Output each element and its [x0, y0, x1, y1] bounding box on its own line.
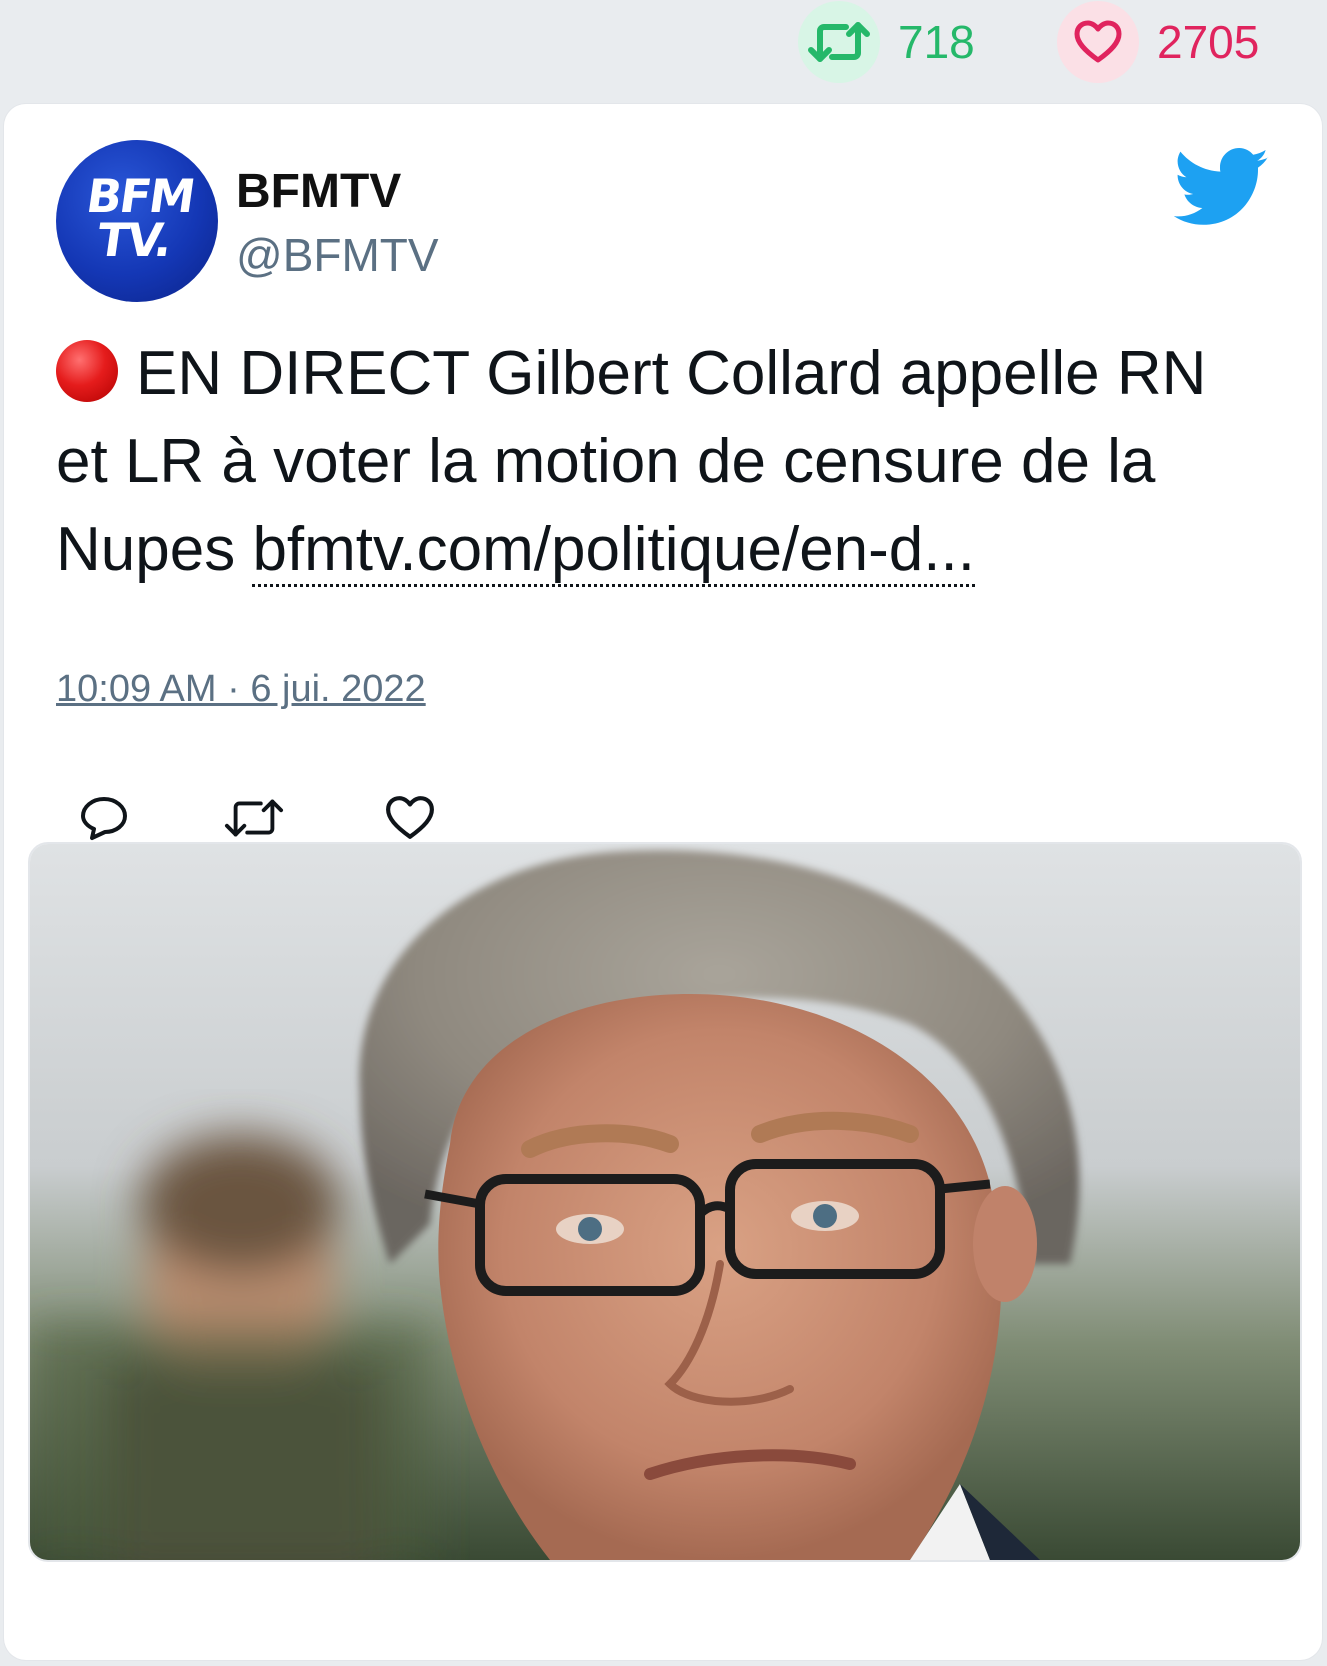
portrait-photo — [30, 844, 1300, 1560]
twitter-bird-icon[interactable] — [1174, 148, 1270, 228]
like-count: 2705 — [1157, 16, 1260, 68]
retweet-count: 718 — [898, 16, 975, 68]
retweet-icon — [798, 1, 880, 83]
avatar-logo-line2: TV. — [93, 213, 174, 267]
author-name[interactable]: BFMTV — [236, 164, 401, 219]
tweet-card: BFM TV. BFMTV @BFMTV EN DIRECT Gilbert C… — [4, 104, 1322, 1660]
article-link[interactable]: bfmtv.com/politique/en-d... — [252, 515, 975, 587]
reply-button[interactable] — [74, 788, 134, 848]
bfmtv-logo: BFM TV. — [64, 169, 210, 267]
retweet-button[interactable] — [224, 788, 284, 848]
avatar-logo-line1: BFM — [83, 169, 198, 223]
tweet-text: EN DIRECT Gilbert Collard appelle RN et … — [56, 330, 1236, 594]
red-circle-icon — [56, 340, 118, 402]
author-handle[interactable]: @BFMTV — [236, 228, 439, 282]
avatar[interactable]: BFM TV. — [56, 140, 218, 302]
heart-icon — [1057, 1, 1139, 83]
heart-icon — [386, 796, 434, 839]
retweet-icon — [224, 799, 284, 837]
tweet-timestamp[interactable]: 10:09 AM · 6 jui. 2022 — [56, 668, 426, 711]
like-button[interactable] — [380, 788, 440, 848]
reply-icon — [81, 797, 127, 840]
retweet-stat[interactable]: 718 — [798, 0, 975, 84]
engagement-stats: 718 2705 — [0, 0, 1327, 90]
like-stat[interactable]: 2705 — [1057, 0, 1259, 84]
tweet-media-image[interactable] — [28, 842, 1302, 1562]
